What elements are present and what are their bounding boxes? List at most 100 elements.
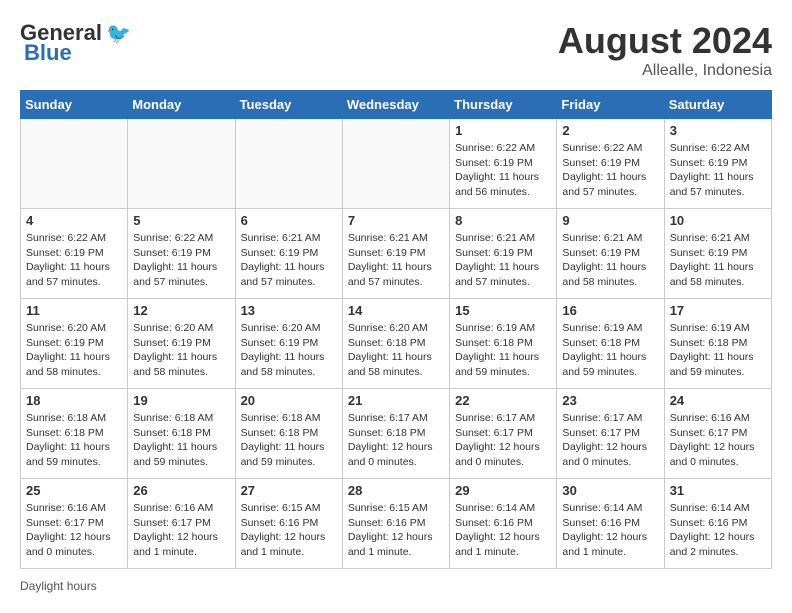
calendar-body: 1 Sunrise: 6:22 AMSunset: 6:19 PMDaylight… xyxy=(21,119,772,569)
calendar-header-row: SundayMondayTuesdayWednesdayThursdayFrid… xyxy=(21,91,772,119)
calendar-cell: 14 Sunrise: 6:20 AMSunset: 6:18 PMDayligh… xyxy=(342,299,449,389)
day-header-thursday: Thursday xyxy=(450,91,557,119)
calendar-cell: 26Sunrise: 6:16 AMSunset: 6:17 PMDayligh… xyxy=(128,479,235,569)
calendar-cell: 7Sunrise: 6:21 AMSunset: 6:19 PMDaylight… xyxy=(342,209,449,299)
day-number: 14 xyxy=(348,303,444,318)
day-info: Sunrise: 6:22 AMSunset: 6:19 PMDaylight:… xyxy=(562,141,658,200)
day-number: 5 xyxy=(133,213,229,228)
day-number: 23 xyxy=(562,393,658,408)
day-info: Sunrise: 6:16 AMSunset: 6:17 PMDaylight:… xyxy=(133,501,229,560)
day-number: 16 xyxy=(562,303,658,318)
calendar-cell: 29 Sunrise: 6:14 AMSunset: 6:16 PMDayligh… xyxy=(450,479,557,569)
day-info: Sunrise: 6:20 AMSunset: 6:18 PMDaylight:… xyxy=(348,321,444,380)
location-text: Allealle, Indonesia xyxy=(558,62,772,80)
day-number: 4 xyxy=(26,213,122,228)
day-header-saturday: Saturday xyxy=(664,91,771,119)
day-number: 3 xyxy=(670,123,766,138)
logo-bird-icon: 🐦 xyxy=(106,21,131,46)
calendar-cell: 15 Sunrise: 6:19 AMSunset: 6:18 PMDayligh… xyxy=(450,299,557,389)
daylight-hours-label: Daylight hours xyxy=(20,579,97,593)
calendar-week-row: 1 Sunrise: 6:22 AMSunset: 6:19 PMDaylight… xyxy=(21,119,772,209)
calendar-cell: 22 Sunrise: 6:17 AMSunset: 6:17 PMDayligh… xyxy=(450,389,557,479)
calendar-table: SundayMondayTuesdayWednesdayThursdayFrid… xyxy=(20,90,772,569)
calendar-cell: 21Sunrise: 6:17 AMSunset: 6:18 PMDayligh… xyxy=(342,389,449,479)
calendar-cell: 30 Sunrise: 6:14 AMSunset: 6:16 PMDayligh… xyxy=(557,479,664,569)
day-info: Sunrise: 6:15 AMSunset: 6:16 PMDaylight:… xyxy=(241,501,337,560)
day-number: 30 xyxy=(562,483,658,498)
calendar-cell xyxy=(342,119,449,209)
day-number: 1 xyxy=(455,123,551,138)
day-info: Sunrise: 6:17 AMSunset: 6:17 PMDaylight:… xyxy=(562,411,658,470)
day-info: Sunrise: 6:21 AMSunset: 6:19 PMDaylight:… xyxy=(670,231,766,290)
calendar-cell xyxy=(235,119,342,209)
calendar-cell xyxy=(128,119,235,209)
day-number: 24 xyxy=(670,393,766,408)
day-number: 13 xyxy=(241,303,337,318)
day-info: Sunrise: 6:21 AMSunset: 6:19 PMDaylight:… xyxy=(562,231,658,290)
calendar-footer: Daylight hours xyxy=(20,579,772,593)
day-number: 12 xyxy=(133,303,229,318)
calendar-cell: 6Sunrise: 6:21 AMSunset: 6:19 PMDaylight… xyxy=(235,209,342,299)
calendar-cell: 2 Sunrise: 6:22 AMSunset: 6:19 PMDaylight… xyxy=(557,119,664,209)
day-info: Sunrise: 6:21 AMSunset: 6:19 PMDaylight:… xyxy=(348,231,444,290)
calendar-cell: 8 Sunrise: 6:21 AMSunset: 6:19 PMDaylight… xyxy=(450,209,557,299)
calendar-week-row: 4Sunrise: 6:22 AMSunset: 6:19 PMDaylight… xyxy=(21,209,772,299)
day-header-sunday: Sunday xyxy=(21,91,128,119)
day-info: Sunrise: 6:20 AMSunset: 6:19 PMDaylight:… xyxy=(26,321,122,380)
day-info: Sunrise: 6:14 AMSunset: 6:16 PMDaylight:… xyxy=(455,501,551,560)
day-number: 8 xyxy=(455,213,551,228)
calendar-cell: 17Sunrise: 6:19 AMSunset: 6:18 PMDayligh… xyxy=(664,299,771,389)
calendar-cell: 27 Sunrise: 6:15 AMSunset: 6:16 PMDayligh… xyxy=(235,479,342,569)
day-info: Sunrise: 6:17 AMSunset: 6:17 PMDaylight:… xyxy=(455,411,551,470)
day-info: Sunrise: 6:19 AMSunset: 6:18 PMDaylight:… xyxy=(455,321,551,380)
calendar-cell: 12 Sunrise: 6:20 AMSunset: 6:19 PMDayligh… xyxy=(128,299,235,389)
day-number: 9 xyxy=(562,213,658,228)
calendar-cell: 31 Sunrise: 6:14 AMSunset: 6:16 PMDayligh… xyxy=(664,479,771,569)
month-year-title: August 2024 xyxy=(558,20,772,62)
title-section: August 2024 Allealle, Indonesia xyxy=(558,20,772,80)
day-number: 29 xyxy=(455,483,551,498)
calendar-cell: 4Sunrise: 6:22 AMSunset: 6:19 PMDaylight… xyxy=(21,209,128,299)
logo-blue-text: Blue xyxy=(24,40,72,66)
day-info: Sunrise: 6:19 AMSunset: 6:18 PMDaylight:… xyxy=(670,321,766,380)
day-number: 25 xyxy=(26,483,122,498)
calendar-cell: 19Sunrise: 6:18 AMSunset: 6:18 PMDayligh… xyxy=(128,389,235,479)
calendar-cell xyxy=(21,119,128,209)
day-info: Sunrise: 6:14 AMSunset: 6:16 PMDaylight:… xyxy=(670,501,766,560)
day-number: 31 xyxy=(670,483,766,498)
day-info: Sunrise: 6:21 AMSunset: 6:19 PMDaylight:… xyxy=(455,231,551,290)
day-info: Sunrise: 6:19 AMSunset: 6:18 PMDaylight:… xyxy=(562,321,658,380)
day-info: Sunrise: 6:18 AMSunset: 6:18 PMDaylight:… xyxy=(241,411,337,470)
page-header: General 🐦 Blue August 2024 Allealle, Ind… xyxy=(20,20,772,80)
day-number: 22 xyxy=(455,393,551,408)
calendar-week-row: 11Sunrise: 6:20 AMSunset: 6:19 PMDayligh… xyxy=(21,299,772,389)
calendar-cell: 10 Sunrise: 6:21 AMSunset: 6:19 PMDayligh… xyxy=(664,209,771,299)
day-number: 18 xyxy=(26,393,122,408)
calendar-cell: 1Sunrise: 6:22 AMSunset: 6:19 PMDaylight… xyxy=(450,119,557,209)
day-number: 2 xyxy=(562,123,658,138)
calendar-cell: 20 Sunrise: 6:18 AMSunset: 6:18 PMDayligh… xyxy=(235,389,342,479)
calendar-cell: 25Sunrise: 6:16 AMSunset: 6:17 PMDayligh… xyxy=(21,479,128,569)
calendar-cell: 5Sunrise: 6:22 AMSunset: 6:19 PMDaylight… xyxy=(128,209,235,299)
day-info: Sunrise: 6:18 AMSunset: 6:18 PMDaylight:… xyxy=(26,411,122,470)
day-number: 20 xyxy=(241,393,337,408)
calendar-cell: 3Sunrise: 6:22 AMSunset: 6:19 PMDaylight… xyxy=(664,119,771,209)
day-info: Sunrise: 6:16 AMSunset: 6:17 PMDaylight:… xyxy=(670,411,766,470)
day-number: 15 xyxy=(455,303,551,318)
logo: General 🐦 Blue xyxy=(20,20,131,66)
day-header-tuesday: Tuesday xyxy=(235,91,342,119)
day-number: 19 xyxy=(133,393,229,408)
calendar-cell: 23 Sunrise: 6:17 AMSunset: 6:17 PMDayligh… xyxy=(557,389,664,479)
day-number: 10 xyxy=(670,213,766,228)
day-info: Sunrise: 6:20 AMSunset: 6:19 PMDaylight:… xyxy=(241,321,337,380)
day-number: 27 xyxy=(241,483,337,498)
calendar-cell: 24 Sunrise: 6:16 AMSunset: 6:17 PMDayligh… xyxy=(664,389,771,479)
day-header-wednesday: Wednesday xyxy=(342,91,449,119)
calendar-cell: 9 Sunrise: 6:21 AMSunset: 6:19 PMDaylight… xyxy=(557,209,664,299)
day-number: 28 xyxy=(348,483,444,498)
calendar-cell: 13 Sunrise: 6:20 AMSunset: 6:19 PMDayligh… xyxy=(235,299,342,389)
day-info: Sunrise: 6:20 AMSunset: 6:19 PMDaylight:… xyxy=(133,321,229,380)
day-info: Sunrise: 6:14 AMSunset: 6:16 PMDaylight:… xyxy=(562,501,658,560)
day-info: Sunrise: 6:21 AMSunset: 6:19 PMDaylight:… xyxy=(241,231,337,290)
day-info: Sunrise: 6:17 AMSunset: 6:18 PMDaylight:… xyxy=(348,411,444,470)
